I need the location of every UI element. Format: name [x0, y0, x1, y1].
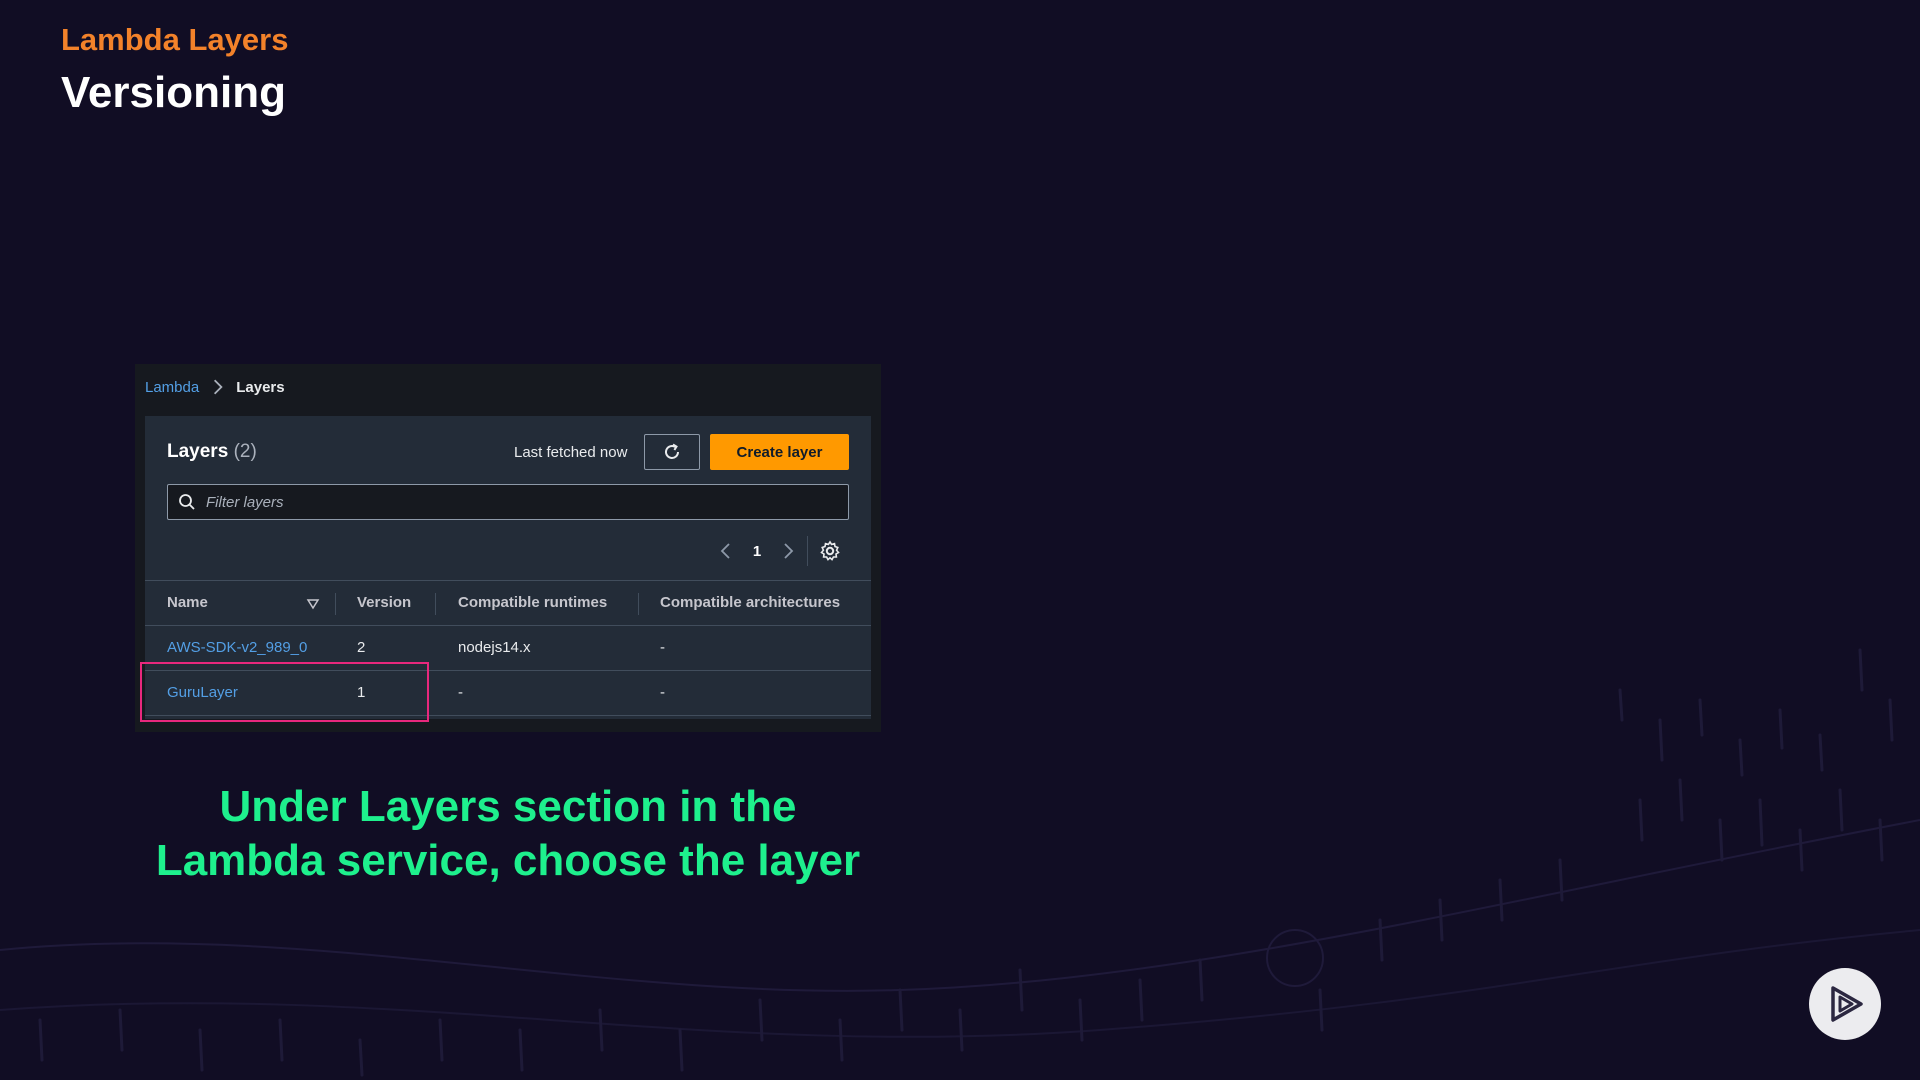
filter-placeholder: Filter layers	[206, 493, 284, 511]
create-layer-button[interactable]: Create layer	[710, 434, 849, 470]
chevron-right-icon[interactable]	[777, 540, 799, 562]
slide-kicker: Lambda Layers	[61, 22, 289, 57]
column-version: Version	[357, 594, 412, 611]
layer-name-link[interactable]: AWS-SDK-v2_989_0	[167, 639, 307, 656]
chevron-right-icon	[214, 379, 223, 395]
highlight-box	[140, 662, 429, 722]
play-triangle	[1831, 986, 1863, 1022]
panel-title-text: Layers	[167, 441, 229, 462]
layer-version: 2	[357, 639, 366, 656]
filter-layers-input[interactable]: Filter layers	[167, 484, 849, 520]
column-divider	[638, 593, 639, 615]
panel-count: (2)	[233, 441, 257, 462]
last-fetched-status: Last fetched now	[514, 444, 628, 461]
breadcrumb-lambda-link[interactable]: Lambda	[145, 379, 199, 396]
gear-icon[interactable]	[818, 539, 842, 563]
breadcrumb-current: Layers	[236, 378, 285, 396]
caption-line-2: Lambda service, choose the layer	[155, 836, 861, 885]
column-architectures: Compatible architectures	[660, 594, 841, 611]
column-name[interactable]: Name	[167, 594, 208, 611]
column-divider	[435, 593, 436, 615]
breadcrumb: Lambda Layers	[145, 378, 285, 396]
play-logo-icon	[1809, 968, 1881, 1040]
layer-runtimes: nodejs14.x	[458, 639, 531, 656]
caption-line-1: Under Layers section in the	[219, 782, 797, 831]
column-divider	[335, 593, 336, 615]
slide-title: Versioning	[61, 68, 286, 117]
pager-divider	[807, 536, 808, 566]
layer-architectures: -	[660, 684, 665, 701]
chevron-left-icon[interactable]	[715, 540, 737, 562]
panel-title: Layers (2)	[167, 441, 257, 463]
pagination: 1	[715, 536, 842, 566]
sort-down-icon[interactable]	[306, 597, 320, 611]
page-number[interactable]: 1	[737, 543, 777, 560]
refresh-icon	[665, 443, 679, 459]
layer-runtimes: -	[458, 684, 463, 701]
slide-caption: Under Layers section in the Lambda servi…	[135, 780, 881, 888]
search-icon	[179, 494, 195, 510]
refresh-button[interactable]	[644, 434, 700, 470]
table-header: Name Version Compatible runtimes Compati…	[145, 580, 871, 626]
layer-architectures: -	[660, 639, 665, 656]
column-runtimes: Compatible runtimes	[458, 594, 608, 611]
